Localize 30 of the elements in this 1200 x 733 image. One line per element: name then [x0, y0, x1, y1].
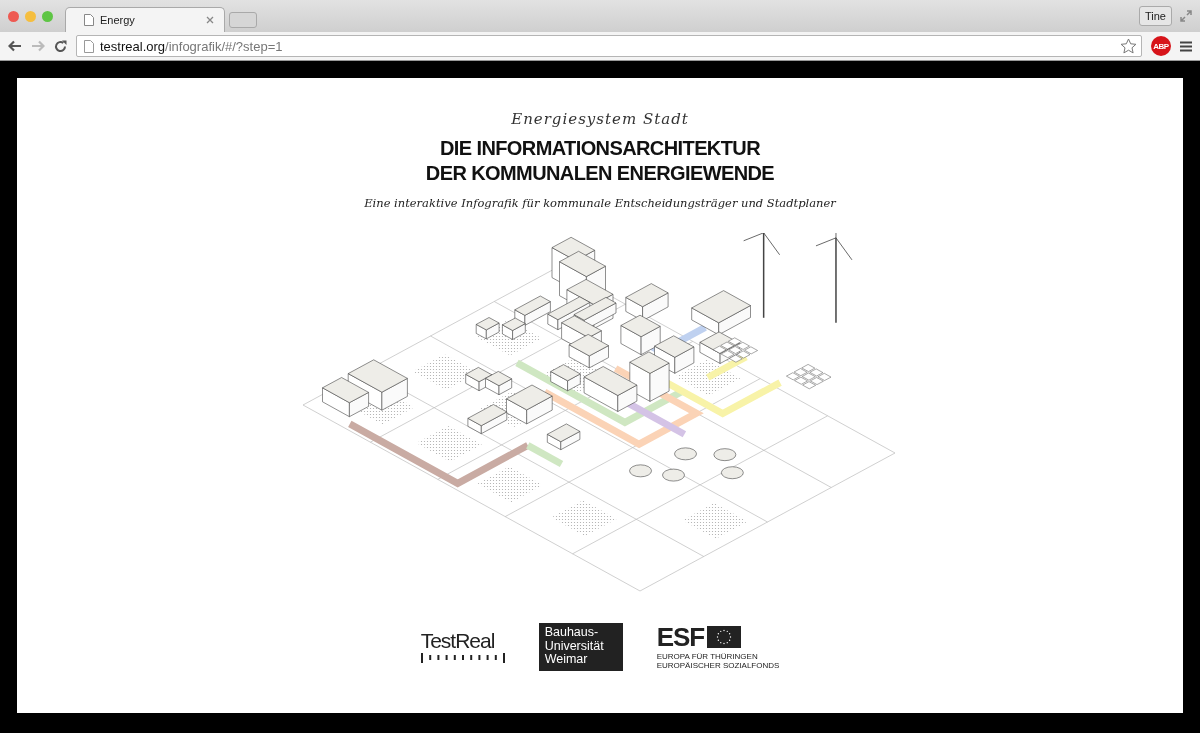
back-arrow-icon[interactable] — [8, 40, 22, 52]
ruler-ticks-icon — [420, 653, 505, 664]
close-tab-icon[interactable] — [206, 16, 214, 24]
flag-icon — [707, 625, 742, 648]
url-text: testreal.org/infografik/#/?step=1 — [100, 38, 283, 54]
kicker-title: Energiesystem Stadt — [511, 110, 689, 128]
logo-text: Weimar — [544, 653, 589, 667]
zoom-window-button[interactable] — [42, 10, 53, 22]
bookmark-star-icon[interactable] — [1120, 38, 1137, 54]
page-icon — [84, 39, 94, 53]
logo-text: Universität — [544, 639, 605, 653]
headline-line: DER KOMMUNALEN ENERGIEWENDE — [425, 161, 775, 186]
headline-line: DIE INFORMATIONSARCHITEKTUR — [439, 136, 761, 161]
subtitle: Eine interaktive Infografik für kommunale Entscheidungsträger und Stadtplaner — [364, 196, 836, 210]
address-bar[interactable]: testreal.org/infografik/#/?step=1 — [76, 35, 1142, 57]
fullscreen-icon[interactable] — [1180, 10, 1192, 22]
menu-icon[interactable] — [1180, 40, 1192, 52]
logo-caption: EUROPÄISCHER SOZIALFONDS — [656, 660, 780, 670]
logo-text: Bauhaus- — [544, 626, 600, 640]
new-tab-button[interactable] — [229, 12, 257, 28]
forward-arrow-icon[interactable] — [31, 40, 45, 52]
logo-wordmark: ESF — [656, 623, 705, 650]
page-icon — [84, 14, 94, 26]
adblock-badge[interactable]: ABP — [1151, 36, 1171, 56]
logo-caption: EUROPA FÜR THÜRINGEN — [656, 651, 758, 661]
close-window-button[interactable] — [8, 10, 19, 22]
profile-button[interactable]: Tine — [1139, 6, 1172, 26]
logo-wordmark: TestReal — [420, 630, 495, 653]
browser-tab[interactable]: Energy — [65, 7, 225, 32]
reload-icon[interactable] — [54, 39, 67, 53]
